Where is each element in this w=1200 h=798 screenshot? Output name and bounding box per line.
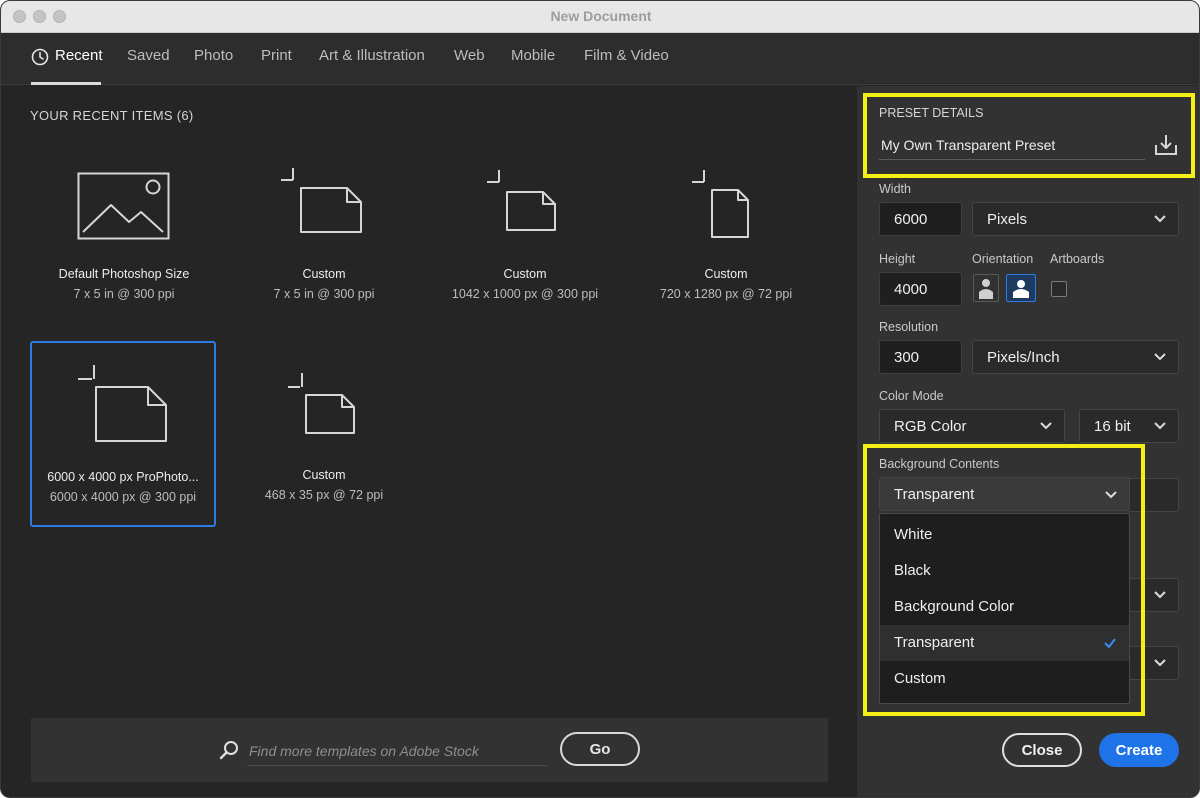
new-document-dialog: New Document Recent Saved Photo Print Ar… <box>0 0 1200 798</box>
document-icon <box>281 168 362 233</box>
tab-art-illustration[interactable]: Art & Illustration <box>319 47 425 64</box>
height-label: Height <box>879 252 916 266</box>
search-icon <box>219 741 238 760</box>
chevron-down-icon <box>1154 422 1166 430</box>
background-contents-select[interactable]: Transparent <box>879 477 1130 511</box>
recent-items-title: YOUR RECENT ITEMS <box>30 108 173 123</box>
artboards-checkbox[interactable] <box>1051 281 1067 297</box>
resolution-unit-select[interactable]: Pixels/Inch <box>972 340 1179 374</box>
menu-item-transparent[interactable]: Transparent <box>880 625 1129 661</box>
menu-item-transparent-label: Transparent <box>894 634 975 651</box>
portrait-person-icon <box>979 279 993 299</box>
width-unit-value: Pixels <box>987 211 1028 228</box>
bit-depth-value: 16 bit <box>1094 418 1131 435</box>
recent-item-name: 6000 x 4000 px ProPhoto... <box>47 470 199 484</box>
recent-item-name: Custom <box>503 267 547 281</box>
recent-item-selected[interactable]: 6000 x 4000 px ProPhoto... 6000 x 4000 p… <box>30 341 216 527</box>
chevron-up-icon <box>1105 491 1117 499</box>
tab-film-video[interactable]: Film & Video <box>584 47 669 64</box>
go-button[interactable]: Go <box>560 732 640 766</box>
tab-mobile[interactable]: Mobile <box>511 47 555 64</box>
document-portrait-icon <box>692 170 749 238</box>
chevron-down-icon <box>1154 215 1166 223</box>
title-bar: New Document <box>1 1 1199 33</box>
resolution-label: Resolution <box>879 320 939 334</box>
close-button[interactable]: Close <box>1002 733 1082 767</box>
recent-item[interactable]: Custom 7 x 5 in @ 300 ppi <box>231 150 417 336</box>
landscape-orientation-button[interactable] <box>1006 274 1036 302</box>
width-field[interactable]: 6000 <box>879 202 962 236</box>
recent-items-count: (6) <box>176 108 194 123</box>
tab-saved[interactable]: Saved <box>127 47 170 64</box>
artboards-label: Artboards <box>1050 252 1105 266</box>
image-icon <box>77 172 170 240</box>
chevron-down-icon <box>1154 659 1166 667</box>
recent-item[interactable]: Custom 720 x 1280 px @ 72 ppi <box>633 150 819 336</box>
width-label: Width <box>879 182 911 196</box>
background-contents-value: Transparent <box>894 486 975 503</box>
background-contents-menu: White Black Background Color Transparent… <box>879 513 1130 704</box>
tab-print[interactable]: Print <box>261 47 292 64</box>
menu-item-black[interactable]: Black <box>880 553 1129 589</box>
recent-item-size: 7 x 5 in @ 300 ppi <box>73 287 175 301</box>
create-button[interactable]: Create <box>1099 733 1179 767</box>
recent-item-name: Custom <box>302 267 346 281</box>
stock-search-input[interactable] <box>247 736 547 766</box>
portrait-orientation-button[interactable] <box>973 274 999 302</box>
active-tab-indicator <box>31 82 101 85</box>
chevron-down-icon <box>1154 591 1166 599</box>
bit-depth-select[interactable]: 16 bit <box>1079 409 1179 443</box>
recent-item[interactable]: Custom 1042 x 1000 px @ 300 ppi <box>432 150 618 336</box>
recent-item-name: Custom <box>704 267 748 281</box>
chevron-down-icon <box>1154 353 1166 361</box>
height-field[interactable]: 4000 <box>879 272 962 306</box>
document-icon <box>288 373 355 434</box>
window-title: New Document <box>550 8 652 24</box>
resolution-field[interactable]: 300 <box>879 340 962 374</box>
tab-web[interactable]: Web <box>454 47 485 64</box>
preset-details-panel: PRESET DETAILS My Own Transparent Preset… <box>857 86 1199 797</box>
document-icon <box>487 170 556 231</box>
width-unit-select[interactable]: Pixels <box>972 202 1179 236</box>
recent-item-size: 7 x 5 in @ 300 ppi <box>273 287 375 301</box>
checkmark-icon <box>1104 638 1116 649</box>
color-mode-value: RGB Color <box>894 418 967 435</box>
orientation-label: Orientation <box>972 252 1034 266</box>
chevron-down-icon <box>1040 422 1052 430</box>
clock-icon <box>31 48 49 66</box>
recent-item-size: 720 x 1280 px @ 72 ppi <box>659 287 793 301</box>
recent-item-size: 6000 x 4000 px @ 300 ppi <box>49 490 197 504</box>
recent-item-size: 1042 x 1000 px @ 300 ppi <box>451 287 599 301</box>
tab-photo[interactable]: Photo <box>194 47 233 64</box>
tab-bar: Recent Saved Photo Print Art & Illustrat… <box>1 33 1199 85</box>
recent-item[interactable]: Default Photoshop Size 7 x 5 in @ 300 pp… <box>31 150 217 336</box>
menu-item-custom[interactable]: Custom <box>880 661 1129 697</box>
stock-search-bar: Go <box>31 718 828 782</box>
document-icon <box>78 365 167 442</box>
resolution-unit-value: Pixels/Inch <box>987 349 1060 366</box>
menu-item-white[interactable]: White <box>880 517 1129 553</box>
background-contents-label: Background Contents <box>879 457 1000 471</box>
color-mode-label: Color Mode <box>879 389 944 403</box>
recent-items-panel: YOUR RECENT ITEMS (6) Default Photoshop … <box>1 86 857 797</box>
preset-name-field[interactable]: My Own Transparent Preset <box>879 130 1145 160</box>
tab-recent[interactable]: Recent <box>55 47 103 64</box>
save-preset-icon[interactable] <box>1154 134 1178 156</box>
recent-item-size: 468 x 35 px @ 72 ppi <box>264 488 384 502</box>
recent-item-name: Default Photoshop Size <box>58 267 190 281</box>
landscape-person-icon <box>1013 280 1029 298</box>
recent-item[interactable]: Custom 468 x 35 px @ 72 ppi <box>231 341 417 527</box>
recent-item-name: Custom <box>302 468 346 482</box>
recent-items-heading: YOUR RECENT ITEMS (6) <box>30 108 194 123</box>
preset-details-heading: PRESET DETAILS <box>879 106 984 120</box>
color-mode-select[interactable]: RGB Color <box>879 409 1065 443</box>
menu-item-background-color[interactable]: Background Color <box>880 589 1129 625</box>
